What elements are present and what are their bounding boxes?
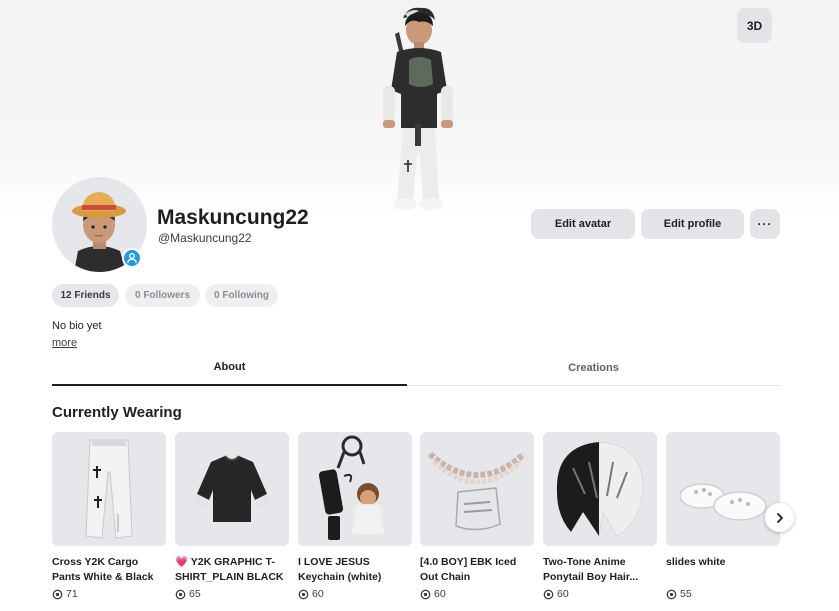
chain-icon <box>420 432 534 546</box>
profile-username: @Maskuncung22 <box>158 231 252 245</box>
robux-icon <box>298 589 309 599</box>
more-options-button[interactable]: ··· <box>750 209 780 239</box>
item-price: 60 <box>543 588 657 600</box>
item-price: 55 <box>666 588 780 600</box>
edit-profile-button[interactable]: Edit profile <box>641 209 744 239</box>
item-name[interactable]: Two-Tone Anime Ponytail Boy Hair... <box>543 555 657 585</box>
item-price: 65 <box>175 588 289 600</box>
item-price-value: 65 <box>189 588 201 600</box>
robux-icon <box>543 589 554 599</box>
bio-more-link[interactable]: more <box>52 337 77 349</box>
item-price-value: 55 <box>680 588 692 600</box>
profile-display-name: Maskuncung22 <box>157 206 309 229</box>
item-price-value: 71 <box>66 588 78 600</box>
cargo-pants-icon <box>52 432 166 546</box>
robux-icon <box>666 589 677 599</box>
currently-wearing-heading: Currently Wearing <box>52 404 182 421</box>
3d-view-toggle-button[interactable]: 3D <box>737 8 772 43</box>
robux-icon <box>175 589 186 599</box>
robux-icon <box>52 589 63 599</box>
edit-avatar-button[interactable]: Edit avatar <box>531 209 635 239</box>
item-price: 60 <box>420 588 534 600</box>
friends-count-pill[interactable]: 12 Friends <box>52 284 119 307</box>
wearing-item-card[interactable]: I LOVE JESUS Keychain (white) 60 <box>298 432 412 600</box>
profile-tabs: About Creations <box>52 350 780 386</box>
wearing-item-card[interactable]: [4.0 BOY] EBK Iced Out Chain 60 <box>420 432 534 600</box>
tab-about[interactable]: About <box>52 350 407 386</box>
wearing-item-card[interactable]: slides white 55 <box>666 432 780 600</box>
tab-creations[interactable]: Creations <box>416 350 771 386</box>
keychain-icon <box>298 432 412 546</box>
slides-icon <box>666 432 780 546</box>
item-price-value: 60 <box>312 588 324 600</box>
hair-icon <box>543 432 657 546</box>
item-price-value: 60 <box>557 588 569 600</box>
item-name[interactable]: 💗 Y2K GRAPHIC T-SHIRT_PLAIN BLACK <box>175 555 289 585</box>
person-badge-icon <box>122 248 142 268</box>
wearing-item-card[interactable]: Two-Tone Anime Ponytail Boy Hair... 60 <box>543 432 657 600</box>
item-name[interactable]: [4.0 BOY] EBK Iced Out Chain <box>420 555 534 585</box>
item-name[interactable]: slides white <box>666 555 780 585</box>
item-name[interactable]: Cross Y2K Cargo Pants White & Black <box>52 555 166 585</box>
profile-bio: No bio yet <box>52 320 102 332</box>
followers-count-pill[interactable]: 0 Followers <box>125 284 200 307</box>
carousel-next-button[interactable] <box>765 503 794 532</box>
t-shirt-icon <box>175 432 289 546</box>
chevron-right-icon <box>776 512 783 523</box>
item-name[interactable]: I LOVE JESUS Keychain (white) <box>298 555 412 585</box>
item-price: 60 <box>298 588 412 600</box>
robux-icon <box>420 589 431 599</box>
item-price-value: 60 <box>434 588 446 600</box>
following-count-pill[interactable]: 0 Following <box>205 284 278 307</box>
item-price: 71 <box>52 588 166 600</box>
wearing-item-card[interactable]: 💗 Y2K GRAPHIC T-SHIRT_PLAIN BLACK 65 <box>175 432 289 600</box>
avatar-3d-figure[interactable] <box>375 4 461 216</box>
wearing-item-card[interactable]: Cross Y2K Cargo Pants White & Black 71 <box>52 432 166 600</box>
